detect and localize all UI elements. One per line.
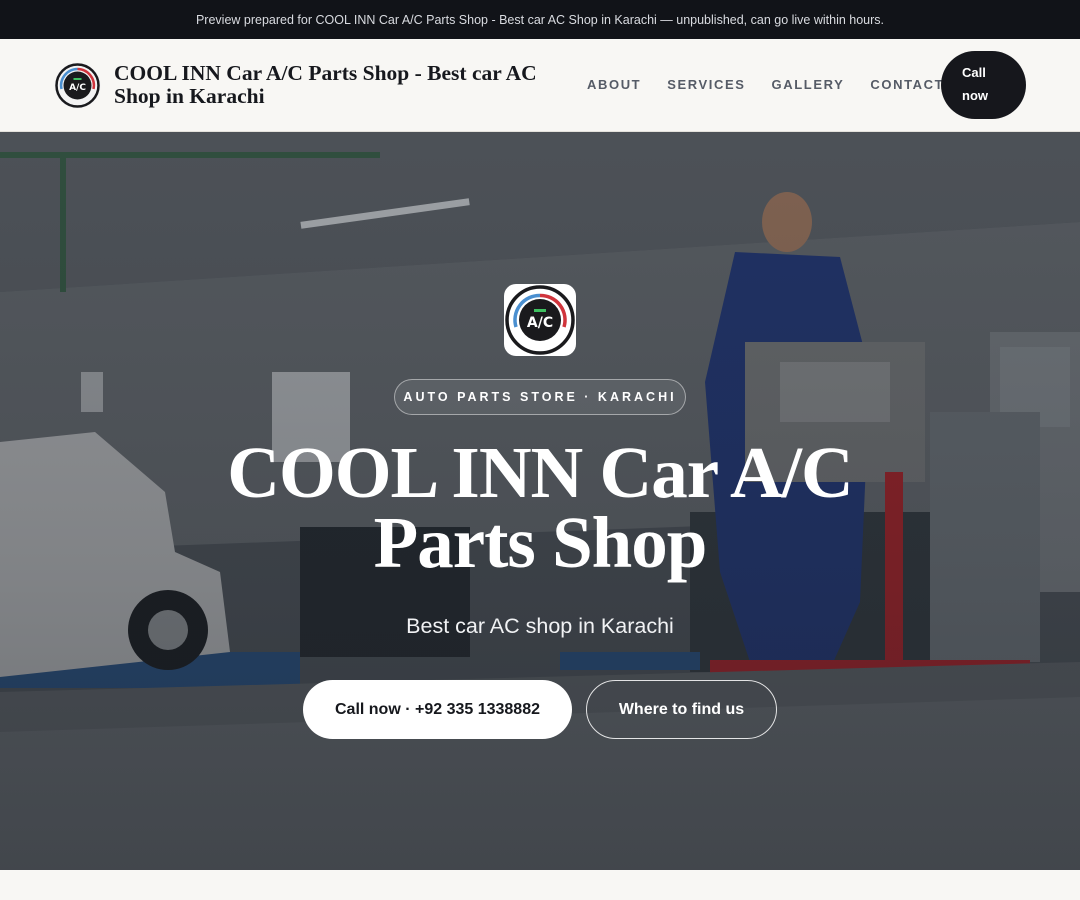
preview-banner-text: Preview prepared for COOL INN Car A/C Pa… [195, 12, 885, 27]
find-us-button[interactable]: Where to find us [586, 680, 777, 739]
svg-text:A/C: A/C [527, 315, 553, 331]
main-nav: ABOUT SERVICES GALLERY CONTACT [587, 77, 944, 93]
brand-name[interactable]: COOL INN Car A/C Parts Shop - Best car A… [114, 62, 574, 108]
find-us-label: Where to find us [618, 700, 745, 718]
hero-title: COOL INN Car A/C Parts Shop [227, 432, 854, 583]
preview-banner: Preview prepared for COOL INN Car A/C Pa… [0, 0, 1080, 39]
nav-link-contact[interactable]: CONTACT [870, 77, 944, 93]
hero-subtitle: Best car AC shop in Karachi [406, 614, 674, 638]
call-now-label: Call now · +92 335 1338882 [334, 700, 540, 718]
site-header: A/C COOL INN Car A/C Parts Shop - Best c… [0, 39, 1080, 132]
ac-logo-icon: A/C [505, 285, 575, 355]
nav-link-services[interactable]: SERVICES [667, 77, 745, 93]
hero-eyebrow-text: AUTO PARTS STORE · KARACHI [403, 390, 677, 404]
header-call-label: Call now [962, 65, 988, 103]
hero-eyebrow-badge: AUTO PARTS STORE · KARACHI [394, 379, 686, 415]
header-call-button[interactable]: Call now [941, 51, 1026, 119]
brand-logo[interactable]: A/C [54, 62, 101, 109]
ac-logo-icon: A/C [54, 62, 101, 109]
nav-link-about[interactable]: ABOUT [587, 77, 641, 93]
svg-text:A/C: A/C [69, 83, 86, 93]
nav-link-gallery[interactable]: GALLERY [772, 77, 845, 93]
next-section [0, 870, 1080, 900]
call-now-button[interactable]: Call now · +92 335 1338882 [303, 680, 572, 739]
hero-logo: A/C [504, 284, 576, 356]
hero-section: A/C AUTO PARTS STORE · KARACHI COOL INN … [0, 132, 1080, 870]
